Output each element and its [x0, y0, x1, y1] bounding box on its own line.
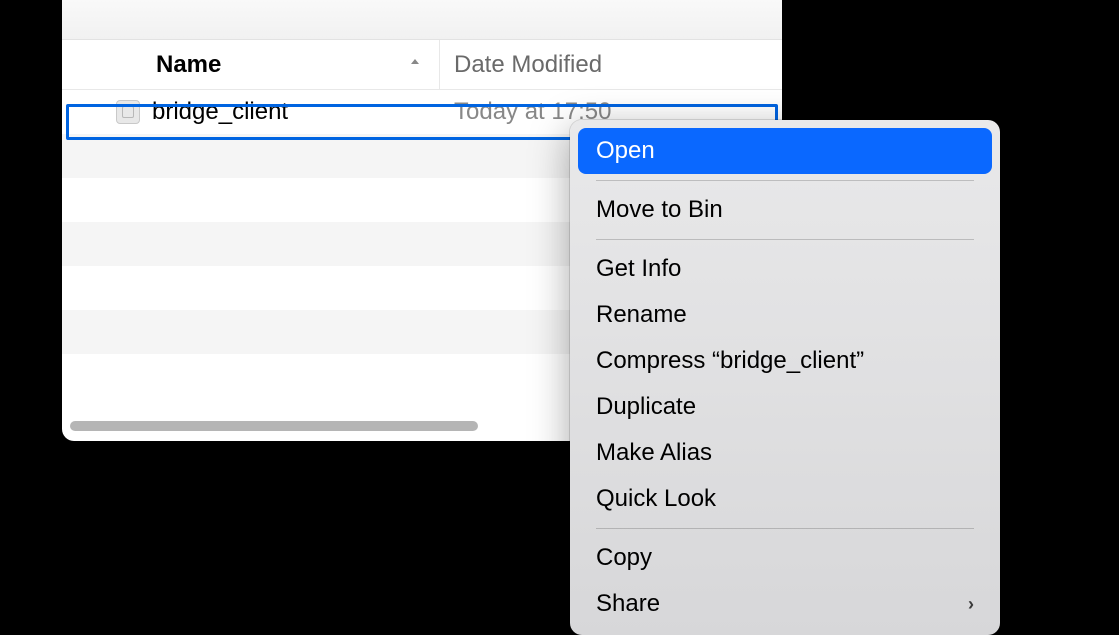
- menu-label: Move to Bin: [596, 196, 723, 224]
- menu-item-move-to-bin[interactable]: Move to Bin: [578, 187, 992, 233]
- menu-label: Duplicate: [596, 393, 696, 421]
- menu-label: Open: [596, 137, 655, 165]
- executable-file-icon: [116, 100, 140, 124]
- menu-item-rename[interactable]: Rename: [578, 292, 992, 338]
- menu-separator: [596, 239, 974, 240]
- menu-item-compress[interactable]: Compress “bridge_client”: [578, 338, 992, 384]
- menu-label: Make Alias: [596, 439, 712, 467]
- column-name-label: Name: [156, 51, 221, 79]
- column-header-date[interactable]: Date Modified: [440, 51, 602, 79]
- menu-item-make-alias[interactable]: Make Alias: [578, 430, 992, 476]
- menu-separator: [596, 180, 974, 181]
- column-header-name[interactable]: Name: [62, 40, 440, 89]
- menu-item-copy[interactable]: Copy: [578, 535, 992, 581]
- menu-label: Get Info: [596, 255, 681, 283]
- sort-ascending-icon: [407, 54, 423, 75]
- menu-item-open[interactable]: Open: [578, 128, 992, 174]
- menu-label: Share: [596, 590, 660, 618]
- menu-label: Compress “bridge_client”: [596, 347, 864, 375]
- scrollbar-thumb[interactable]: [70, 421, 478, 431]
- menu-label: Quick Look: [596, 485, 716, 513]
- context-menu: Open Move to Bin Get Info Rename Compres…: [570, 120, 1000, 635]
- chevron-right-icon: ›: [968, 594, 974, 615]
- menu-item-quick-look[interactable]: Quick Look: [578, 476, 992, 522]
- menu-label: Rename: [596, 301, 687, 329]
- column-header-row: Name Date Modified: [62, 40, 782, 90]
- file-name: bridge_client: [152, 98, 440, 126]
- menu-item-get-info[interactable]: Get Info: [578, 246, 992, 292]
- menu-separator: [596, 528, 974, 529]
- window-toolbar: [62, 0, 782, 40]
- menu-item-duplicate[interactable]: Duplicate: [578, 384, 992, 430]
- menu-item-share[interactable]: Share ›: [578, 581, 992, 627]
- menu-label: Copy: [596, 544, 652, 572]
